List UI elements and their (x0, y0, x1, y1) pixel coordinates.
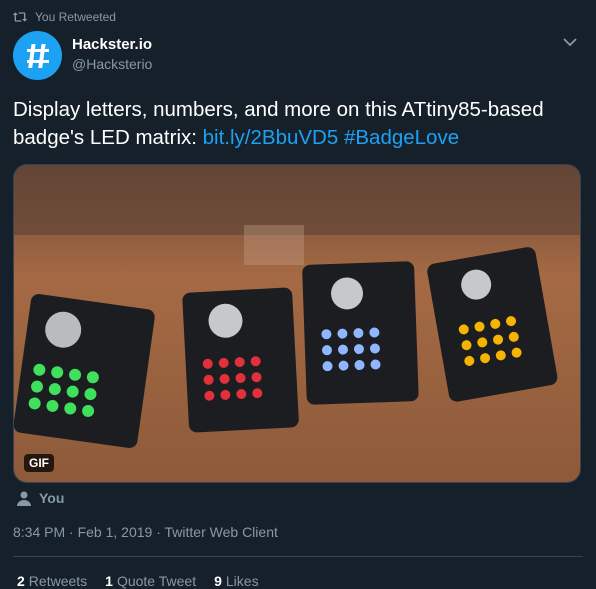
tweet-source[interactable]: Twitter Web Client (165, 524, 278, 540)
avatar[interactable] (13, 31, 62, 80)
tweet-text: Display letters, numbers, and more on th… (13, 96, 583, 152)
likes-label: Likes (225, 573, 259, 589)
retweet-context[interactable]: You Retweeted (12, 10, 116, 24)
tweet-stats: 2 Retweets 1 Quote Tweet 9 Likes (17, 573, 277, 589)
tweet-time[interactable]: 8:34 PM (13, 524, 65, 540)
tweet-link[interactable]: bit.ly/2BbuVD5 (203, 126, 339, 149)
hackster-logo-icon (26, 43, 49, 68)
liked-by[interactable]: You (17, 490, 64, 506)
author-handle[interactable]: @Hacksterio (72, 56, 152, 72)
media-gif[interactable]: GIF (13, 164, 581, 483)
tweet-date[interactable]: Feb 1, 2019 (78, 524, 153, 540)
person-icon (17, 491, 31, 506)
chevron-down-icon[interactable] (560, 34, 580, 50)
quotes-stat[interactable]: 1 Quote Tweet (105, 573, 196, 589)
quotes-count: 1 (105, 573, 113, 589)
retweets-count: 2 (17, 573, 25, 589)
meta-separator: · (65, 524, 78, 540)
gif-frame (14, 165, 580, 482)
quotes-label: Quote Tweet (116, 573, 197, 589)
retweets-label: Retweets (28, 573, 88, 589)
tweet-detail: You Retweeted Hackster.io @Hacksterio Di… (0, 0, 596, 589)
meta-separator: · (152, 524, 165, 540)
retweet-context-label: You Retweeted (35, 10, 116, 24)
liked-by-label: You (39, 490, 65, 506)
retweets-stat[interactable]: 2 Retweets (17, 573, 87, 589)
divider (13, 556, 583, 557)
author-name[interactable]: Hackster.io (72, 36, 152, 53)
retweet-icon (12, 12, 28, 22)
likes-count: 9 (214, 573, 222, 589)
gif-badge: GIF (24, 454, 54, 472)
tweet-meta: 8:34 PM · Feb 1, 2019 · Twitter Web Clie… (13, 524, 278, 540)
likes-stat[interactable]: 9 Likes (214, 573, 258, 589)
tweet-hashtag[interactable]: #BadgeLove (344, 126, 459, 149)
